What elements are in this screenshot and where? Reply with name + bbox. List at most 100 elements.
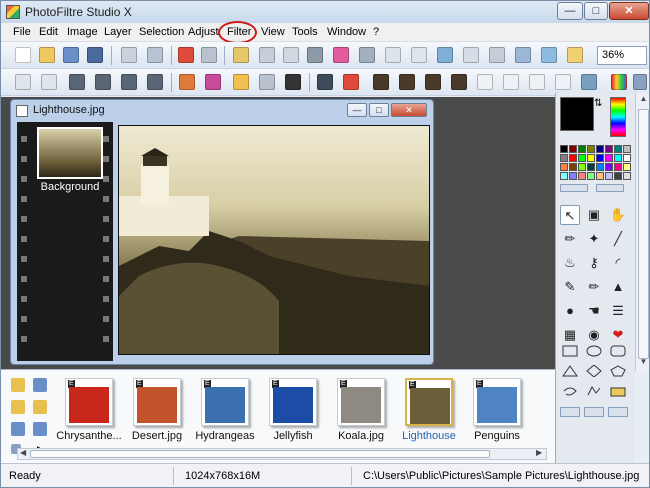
thumbnail-hydrangeas[interactable]: E	[201, 378, 249, 426]
palette-icon[interactable]	[333, 47, 349, 63]
color-swatch[interactable]	[623, 163, 631, 171]
auto-levels-icon[interactable]	[15, 74, 31, 90]
mountain-icon[interactable]	[581, 74, 597, 90]
palette-next-button[interactable]	[596, 184, 624, 192]
thumbnail-chrysanthemum[interactable]: E	[65, 378, 113, 426]
thumbnail-lighthouse[interactable]: E	[405, 378, 453, 426]
thumbnail-jellyfish[interactable]: E	[269, 378, 317, 426]
brightness-down-icon[interactable]	[69, 74, 85, 90]
more-icon[interactable]	[633, 74, 647, 90]
copy-icon[interactable]	[259, 47, 275, 63]
doc-maximize-button[interactable]: □	[369, 103, 389, 117]
menu-view[interactable]: View	[261, 26, 285, 38]
list-view-icon[interactable]	[33, 422, 47, 436]
color-swatch[interactable]	[614, 154, 622, 162]
color-swatch[interactable]	[605, 154, 613, 162]
color-swatch[interactable]	[614, 145, 622, 153]
print-icon[interactable]	[121, 47, 137, 63]
light-icon[interactable]	[567, 47, 583, 63]
color-swatch[interactable]	[578, 163, 586, 171]
menu-image[interactable]: Image	[67, 26, 98, 38]
selection-add-button[interactable]	[584, 407, 604, 417]
color-swatch[interactable]	[578, 145, 586, 153]
polygon-shape-icon[interactable]	[610, 365, 626, 377]
color-swatch[interactable]	[614, 163, 622, 171]
doc-minimize-button[interactable]: —	[347, 103, 367, 117]
minimize-button[interactable]: —	[557, 2, 583, 20]
color-swatch[interactable]	[596, 163, 604, 171]
menu-window[interactable]: Window	[327, 26, 366, 38]
gradient-tool-icon[interactable]: ◜	[608, 253, 628, 273]
stamp-tool-icon[interactable]: ▲	[608, 277, 628, 297]
doc-close-button[interactable]: ✕	[391, 103, 427, 117]
flip-horizontal-icon[interactable]	[317, 74, 333, 90]
spray-tool-icon[interactable]: ⚷	[584, 253, 604, 273]
color-swatch[interactable]	[623, 145, 631, 153]
thumbnail-koala[interactable]: E	[337, 378, 385, 426]
pattern-tool-icon[interactable]: ▦	[560, 325, 580, 345]
image-window-icon[interactable]	[541, 47, 557, 63]
menu-file[interactable]: File	[13, 26, 31, 38]
folder-tree-icon[interactable]	[33, 378, 47, 392]
gradient-icon[interactable]	[515, 47, 531, 63]
open-folder-icon[interactable]	[39, 47, 55, 63]
save-icon[interactable]	[63, 47, 79, 63]
contrast-down-icon[interactable]	[121, 74, 137, 90]
undo-icon[interactable]	[178, 47, 194, 63]
color-swatch[interactable]	[569, 154, 577, 162]
color-swatch[interactable]	[596, 172, 604, 180]
sharpen-icon[interactable]	[503, 74, 519, 90]
line-tool-icon[interactable]: ╱	[608, 229, 628, 249]
horizontal-scrollbar[interactable]: ◀ ▶	[17, 448, 547, 460]
selection-subtract-button[interactable]	[608, 407, 628, 417]
negative-icon[interactable]	[285, 74, 301, 90]
lasso-shape-icon[interactable]	[562, 385, 578, 397]
auto-contrast-icon[interactable]	[41, 74, 57, 90]
color-icon[interactable]	[611, 74, 627, 90]
thumbnail-penguins[interactable]: E	[473, 378, 521, 426]
color-swatch[interactable]	[560, 163, 568, 171]
horizontal-scrollbar-thumb[interactable]	[30, 450, 490, 458]
maximize-button[interactable]: □	[584, 2, 608, 20]
scrollbar-thumb[interactable]	[638, 109, 649, 359]
color-swatch[interactable]	[623, 154, 631, 162]
thumbnail-desert[interactable]: E	[133, 378, 181, 426]
ellipse-shape-icon[interactable]	[586, 345, 602, 357]
folder-icon[interactable]	[11, 378, 25, 392]
color-swatch[interactable]	[605, 172, 613, 180]
color-swatch[interactable]	[623, 172, 631, 180]
menu-layer[interactable]: Layer	[104, 26, 132, 38]
image-size-icon[interactable]	[385, 47, 401, 63]
canvas-size-icon[interactable]	[411, 47, 427, 63]
color-swatch[interactable]	[560, 145, 568, 153]
scan-icon[interactable]	[147, 47, 163, 63]
rotate-left-icon[interactable]	[373, 74, 389, 90]
scroll-down-icon[interactable]: ▼	[636, 357, 649, 371]
text-icon[interactable]	[463, 47, 479, 63]
redo-icon[interactable]	[201, 47, 217, 63]
contrast-up-icon[interactable]	[147, 74, 163, 90]
new-file-icon[interactable]	[15, 47, 31, 63]
thumbnail-view-icon[interactable]	[11, 422, 25, 436]
color-swatch[interactable]	[578, 154, 586, 162]
retouch-tool-icon[interactable]: ❤	[608, 325, 628, 345]
menu-selection[interactable]: Selection	[139, 26, 184, 38]
flip-vertical-icon[interactable]	[343, 74, 359, 90]
menu-edit[interactable]: Edit	[39, 26, 58, 38]
close-button[interactable]: ✕	[609, 2, 649, 20]
color-swatch[interactable]	[578, 172, 586, 180]
saturation-icon[interactable]	[179, 74, 195, 90]
scroll-left-icon[interactable]: ◀	[20, 448, 26, 457]
color-swatch[interactable]	[587, 163, 595, 171]
color-swatch[interactable]	[596, 145, 604, 153]
scroll-right-icon[interactable]: ▶	[536, 448, 542, 457]
parent-folder-icon[interactable]	[11, 400, 25, 414]
palette-prev-button[interactable]	[560, 184, 588, 192]
hue-icon[interactable]	[205, 74, 221, 90]
pencil-tool-icon[interactable]: ✏	[584, 277, 604, 297]
vertical-scrollbar[interactable]: ▲ ▼	[635, 93, 649, 371]
layer-tool-icon[interactable]: ▣	[584, 205, 604, 225]
cut-icon[interactable]	[283, 47, 299, 63]
rectangle-shape-icon[interactable]	[562, 345, 578, 357]
color-swatch[interactable]	[596, 154, 604, 162]
